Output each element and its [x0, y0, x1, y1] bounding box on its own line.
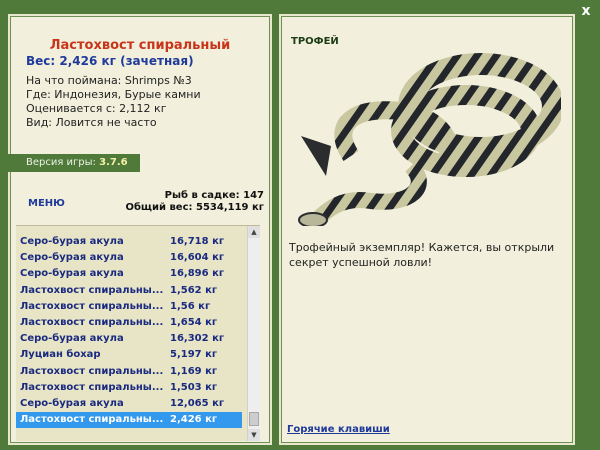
- catch-list-item[interactable]: Ластохвост спиральны... 1,56 кг: [16, 299, 242, 315]
- scroll-thumb[interactable]: [249, 412, 259, 426]
- catch-item-weight: 1,654 кг: [170, 317, 218, 328]
- fish-weight: Вес: 2,426 кг (зачетная): [26, 54, 194, 68]
- catch-item-name: Ластохвост спиральны...: [20, 381, 164, 393]
- scroll-up-icon[interactable]: ▲: [248, 226, 260, 238]
- hotkeys-link[interactable]: Горячие клавиши: [287, 424, 390, 435]
- catch-item-name: Ластохвост спиральны...: [20, 284, 164, 296]
- catch-item-weight: 16,718 кг: [170, 236, 225, 247]
- fish-count: Рыб в садке: 147: [164, 190, 264, 201]
- catch-list-item[interactable]: Луциан бохар 5,197 кг: [16, 347, 242, 363]
- catch-item-weight: 5,197 кг: [170, 349, 218, 361]
- catch-list-item[interactable]: Серо-бурая акула 16,604 кг: [16, 250, 242, 266]
- fish-name-title: Ластохвост спиральный: [49, 38, 231, 53]
- fish-bait: На что поймана: Shrimps №3: [26, 74, 192, 87]
- total-weight: Общий вес: 5534,119 кг: [125, 202, 264, 213]
- catch-list-item[interactable]: Серо-бурая акула 16,718 кг: [16, 234, 242, 250]
- catch-item-weight: 1,503 кг: [170, 381, 218, 393]
- catch-item-name: Ластохвост спиральны...: [20, 365, 164, 377]
- list-scrollbar[interactable]: ▲ ▼: [247, 226, 260, 441]
- catch-item-weight: 16,302 кг: [170, 333, 225, 345]
- fish-value: Оценивается с: 2,112 кг: [26, 102, 167, 115]
- catch-item-name: Ластохвост спиральны...: [20, 300, 164, 312]
- catch-item-weight: 16,604 кг: [170, 252, 225, 264]
- fish-info-panel: Ластохвост спиральный Вес: 2,426 кг (зач…: [8, 14, 272, 445]
- trophy-message: Трофейный экземпляр! Кажется, вы открыли…: [289, 241, 555, 269]
- catch-list-item[interactable]: Ластохвост спиральны... 1,654 кг: [16, 315, 242, 331]
- catch-list-item[interactable]: Серо-бурая акула 16,896 кг: [16, 266, 242, 282]
- catch-list-item[interactable]: Ластохвост спиральны... 1,503 кг: [16, 380, 242, 396]
- sea-snake-image: [298, 53, 561, 226]
- catch-list[interactable]: Серо-бурая акула 16,718 кг Серо-бурая акул…: [16, 225, 260, 441]
- catch-list-item[interactable]: Серо-бурая акула 12,065 кг: [16, 396, 242, 412]
- game-version-value: 3.7.6: [99, 157, 128, 168]
- close-button[interactable]: x: [578, 3, 594, 19]
- catch-list-item[interactable]: Серо-бурая акула 16,302 кг: [16, 331, 242, 347]
- catch-item-name: Серо-бурая акула: [20, 333, 124, 345]
- menu-button[interactable]: МЕНЮ: [28, 198, 65, 209]
- scroll-down-icon[interactable]: ▼: [248, 429, 260, 441]
- trophy-panel: ТРОФЕЙ Трофейный экземпляр! Кажется, вы …: [279, 14, 575, 445]
- catch-item-weight: 12,065 кг: [170, 398, 225, 409]
- game-version: Версия игры: 3.7.6: [8, 154, 140, 172]
- catch-item-name: Луциан бохар: [20, 349, 101, 361]
- catch-item-name: Серо-бурая акула: [20, 236, 124, 247]
- fish-kind: Вид: Ловится не часто: [26, 116, 157, 129]
- fish-location: Где: Индонезия, Бурые камни: [26, 88, 201, 101]
- catch-item-name: Ластохвост спиральны...: [20, 414, 164, 426]
- catch-item-name: Серо-бурая акула: [20, 252, 124, 264]
- catch-list-item[interactable]: Ластохвост спиральны... 1,169 кг: [16, 364, 242, 380]
- catch-list-item[interactable]: Ластохвост спиральны... 2,426 кг: [16, 412, 242, 429]
- catch-item-weight: 16,896 кг: [170, 268, 225, 280]
- catch-item-weight: 1,562 кг: [170, 284, 218, 296]
- catch-item-name: Серо-бурая акула: [20, 268, 124, 280]
- catch-item-name: Ластохвост спиральны...: [20, 317, 164, 328]
- catch-item-name: Серо-бурая акула: [20, 398, 124, 409]
- catch-item-weight: 1,56 кг: [170, 300, 211, 312]
- catch-list-item[interactable]: Ластохвост спиральны... 1,562 кг: [16, 283, 242, 299]
- game-version-label: Версия игры:: [26, 157, 96, 168]
- catch-item-weight: 2,426 кг: [170, 414, 218, 426]
- catch-item-weight: 1,169 кг: [170, 365, 218, 377]
